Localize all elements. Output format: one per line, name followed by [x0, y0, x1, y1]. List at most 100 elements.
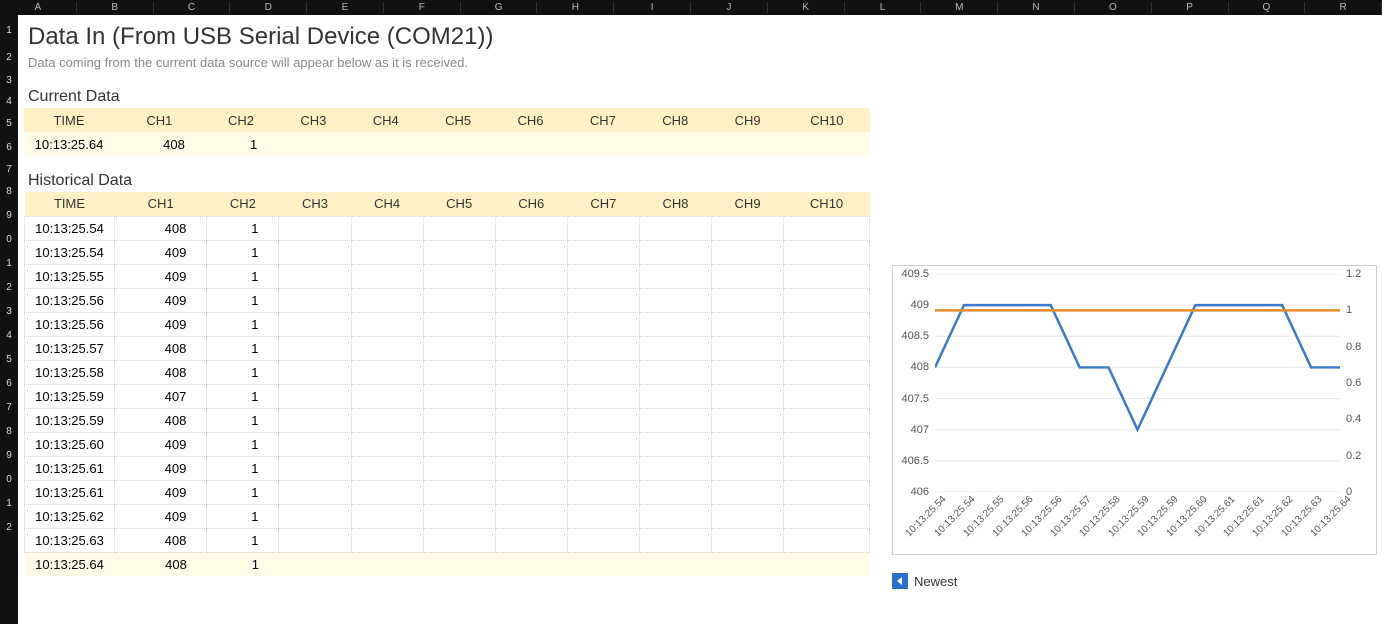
- cell[interactable]: [279, 336, 351, 360]
- cell[interactable]: [784, 456, 870, 480]
- cell[interactable]: 409: [115, 312, 207, 336]
- cell[interactable]: [279, 240, 351, 264]
- row-header[interactable]: 4: [0, 323, 18, 347]
- cell[interactable]: 10:13:25.60: [25, 432, 115, 456]
- row-header[interactable]: 7: [0, 395, 18, 419]
- cell[interactable]: [784, 432, 870, 456]
- cell[interactable]: [423, 240, 495, 264]
- column-header[interactable]: P: [1152, 2, 1229, 13]
- cell[interactable]: 10:13:25.59: [25, 384, 115, 408]
- cell[interactable]: [495, 528, 567, 552]
- cell[interactable]: 1: [207, 384, 279, 408]
- cell[interactable]: [279, 408, 351, 432]
- row-header[interactable]: 3: [0, 299, 18, 323]
- cell[interactable]: [351, 528, 423, 552]
- cell[interactable]: 409: [115, 504, 207, 528]
- cell[interactable]: [784, 216, 870, 240]
- cell[interactable]: [567, 504, 639, 528]
- cell[interactable]: [495, 264, 567, 288]
- cell[interactable]: 10:13:25.64: [25, 552, 115, 576]
- cell[interactable]: [423, 480, 495, 504]
- cell[interactable]: [639, 264, 711, 288]
- row-header[interactable]: 2: [0, 515, 18, 539]
- row-header[interactable]: 5: [0, 111, 18, 135]
- cell[interactable]: [495, 240, 567, 264]
- cell[interactable]: [784, 504, 870, 528]
- cell[interactable]: [567, 456, 639, 480]
- cell[interactable]: [351, 480, 423, 504]
- row-header[interactable]: 2: [0, 45, 18, 69]
- cell[interactable]: [495, 384, 567, 408]
- cell[interactable]: [784, 264, 870, 288]
- column-header[interactable]: M: [921, 2, 998, 13]
- column-header[interactable]: A: [0, 2, 77, 13]
- cell[interactable]: [351, 240, 423, 264]
- cell[interactable]: [712, 408, 784, 432]
- cell[interactable]: [567, 240, 639, 264]
- cell[interactable]: [784, 240, 870, 264]
- cell[interactable]: [351, 408, 423, 432]
- column-header[interactable]: J: [691, 2, 768, 13]
- cell[interactable]: [351, 264, 423, 288]
- chart-legend[interactable]: Newest: [892, 573, 1377, 589]
- cell[interactable]: [639, 132, 711, 156]
- cell[interactable]: [279, 360, 351, 384]
- cell[interactable]: 10:13:25.62: [25, 504, 115, 528]
- cell[interactable]: 10:13:25.55: [25, 264, 115, 288]
- cell[interactable]: 1: [207, 504, 279, 528]
- cell[interactable]: 1: [207, 408, 279, 432]
- cell[interactable]: [712, 480, 784, 504]
- cell[interactable]: 409: [115, 432, 207, 456]
- cell[interactable]: [495, 312, 567, 336]
- cell[interactable]: [277, 132, 349, 156]
- cell[interactable]: [279, 504, 351, 528]
- cell[interactable]: [279, 384, 351, 408]
- cell[interactable]: [423, 384, 495, 408]
- cell[interactable]: [350, 132, 422, 156]
- cell[interactable]: [712, 288, 784, 312]
- column-header[interactable]: B: [77, 2, 154, 13]
- cell[interactable]: [639, 528, 711, 552]
- cell[interactable]: [423, 360, 495, 384]
- cell[interactable]: [712, 456, 784, 480]
- cell[interactable]: [351, 432, 423, 456]
- cell[interactable]: [495, 360, 567, 384]
- cell[interactable]: 10:13:25.54: [25, 216, 115, 240]
- cell[interactable]: [639, 216, 711, 240]
- cell[interactable]: [712, 360, 784, 384]
- cell[interactable]: [351, 216, 423, 240]
- cell[interactable]: 1: [207, 528, 279, 552]
- cell[interactable]: 10:13:25.61: [25, 456, 115, 480]
- row-header[interactable]: 7: [0, 159, 18, 179]
- column-header[interactable]: H: [537, 2, 614, 13]
- cell[interactable]: [639, 432, 711, 456]
- cell[interactable]: [423, 288, 495, 312]
- cell[interactable]: [351, 504, 423, 528]
- row-header[interactable]: 6: [0, 135, 18, 159]
- cell[interactable]: [567, 216, 639, 240]
- cell[interactable]: 408: [115, 360, 207, 384]
- cell[interactable]: [423, 312, 495, 336]
- cell[interactable]: [712, 264, 784, 288]
- cell[interactable]: [567, 360, 639, 384]
- cell[interactable]: [279, 312, 351, 336]
- cell[interactable]: [567, 264, 639, 288]
- cell[interactable]: [279, 456, 351, 480]
- column-header[interactable]: N: [998, 2, 1075, 13]
- cell[interactable]: 10:13:25.58: [25, 360, 115, 384]
- cell[interactable]: [351, 336, 423, 360]
- cell[interactable]: [351, 384, 423, 408]
- cell[interactable]: [639, 240, 711, 264]
- cell[interactable]: [712, 384, 784, 408]
- cell[interactable]: [712, 504, 784, 528]
- cell[interactable]: 1: [207, 216, 279, 240]
- cell[interactable]: 1: [207, 312, 279, 336]
- cell[interactable]: [712, 432, 784, 456]
- cell[interactable]: 1: [207, 360, 279, 384]
- cell[interactable]: [712, 528, 784, 552]
- cell[interactable]: [567, 384, 639, 408]
- column-header[interactable]: C: [154, 2, 231, 13]
- cell[interactable]: [567, 132, 639, 156]
- row-header[interactable]: 9: [0, 443, 18, 467]
- cell[interactable]: 408: [115, 216, 207, 240]
